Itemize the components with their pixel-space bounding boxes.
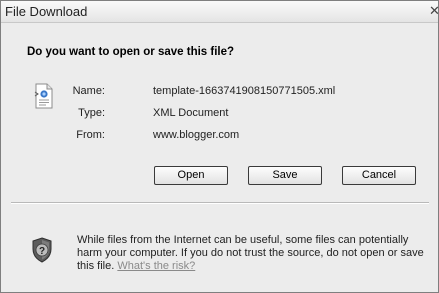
security-warning: While files from the Internet can be use… xyxy=(77,234,427,273)
close-button[interactable]: ✕ xyxy=(429,4,439,18)
xml-document-icon xyxy=(34,83,53,109)
file-type-value: XML Document xyxy=(153,107,229,119)
cancel-button[interactable]: Cancel xyxy=(342,166,416,185)
save-button[interactable]: Save xyxy=(248,166,322,185)
shield-question-icon: ? xyxy=(32,237,52,263)
open-button[interactable]: Open xyxy=(154,166,228,185)
from-label: From: xyxy=(76,129,105,141)
title-bar[interactable]: File Download ✕ xyxy=(1,1,439,23)
file-download-dialog: File Download ✕ Do you want to open or s… xyxy=(0,0,439,293)
svg-text:?: ? xyxy=(39,246,45,257)
dialog-question: Do you want to open or save this file? xyxy=(27,46,235,58)
type-label: Type: xyxy=(78,107,105,119)
file-name-value: template-1663741908150771505.xml xyxy=(153,85,336,97)
name-label: Name: xyxy=(72,85,105,97)
whats-the-risk-link[interactable]: What's the risk? xyxy=(117,260,195,272)
file-from-value: www.blogger.com xyxy=(153,129,240,141)
separator xyxy=(11,202,429,204)
window-title: File Download xyxy=(5,4,88,19)
